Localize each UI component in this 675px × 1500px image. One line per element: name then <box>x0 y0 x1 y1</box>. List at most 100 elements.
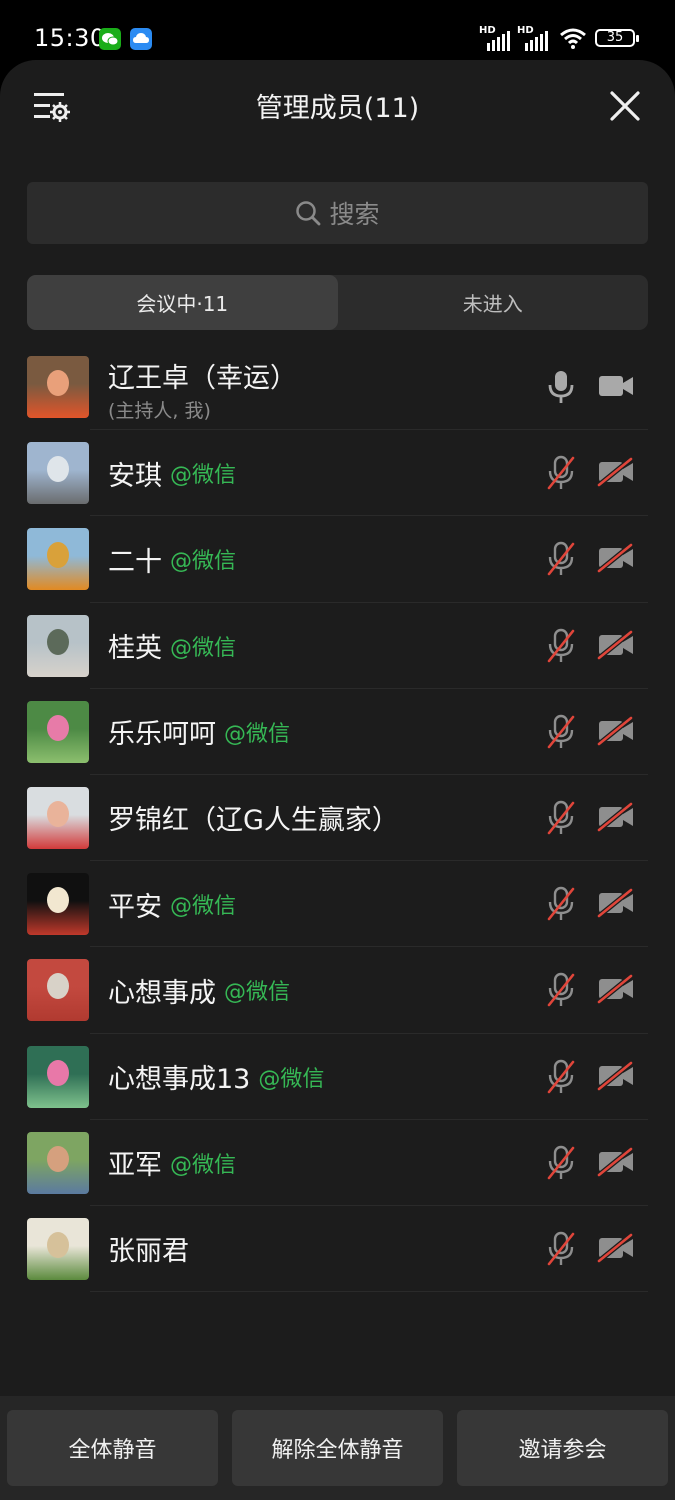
header: 管理成员(11) <box>0 60 675 150</box>
camera-toggle-button[interactable] <box>597 1146 635 1177</box>
camera-toggle-button[interactable] <box>597 888 635 919</box>
member-name: 二十 <box>108 546 162 578</box>
camera-toggle-button[interactable] <box>597 1060 635 1091</box>
camera-toggle-button[interactable] <box>597 629 635 660</box>
microphone-muted-icon <box>547 714 575 749</box>
microphone-muted-icon <box>547 542 575 576</box>
microphone-muted-icon <box>547 455 575 490</box>
avatar <box>27 959 89 1022</box>
member-name: 乐乐呵呵 <box>108 719 216 751</box>
mic-toggle-button[interactable] <box>545 714 577 750</box>
camera-off-icon <box>597 1232 633 1263</box>
camera-toggle-button[interactable] <box>597 715 635 746</box>
wechat-tag: @微信 <box>170 894 237 920</box>
avatar <box>27 1217 89 1280</box>
wechat-tag: @微信 <box>258 1066 325 1092</box>
camera-icon <box>599 376 633 396</box>
member-name: 心想事成13 <box>108 1064 251 1095</box>
microphone-muted-icon <box>547 800 575 835</box>
mic-toggle-button[interactable] <box>545 455 577 491</box>
status-bar: 15:30 HD HD 35 <box>0 0 675 62</box>
microphone-muted-icon <box>547 1059 575 1093</box>
mic-toggle-button[interactable] <box>545 1231 577 1267</box>
member-row[interactable]: 二十 @微信 <box>0 516 675 603</box>
wechat-tag: @微信 <box>170 635 237 661</box>
camera-off-icon <box>597 1146 633 1177</box>
search-placeholder: 搜索 <box>329 200 380 229</box>
member-row[interactable]: 张丽君 <box>0 1206 675 1293</box>
camera-off-icon <box>597 629 633 660</box>
unmute-all-button[interactable]: 解除全体静音 <box>232 1410 443 1486</box>
member-row[interactable]: 心想事成13 @微信 <box>0 1034 675 1120</box>
mic-toggle-button[interactable] <box>545 628 577 664</box>
camera-off-icon <box>597 457 633 488</box>
page-title: 管理成员(11) <box>255 93 420 124</box>
camera-toggle-button[interactable] <box>597 371 635 401</box>
avatar <box>27 1045 89 1108</box>
member-row[interactable]: 辽王卓（幸运） (主持人, 我) <box>0 344 675 431</box>
member-name-group: 安琪 @微信 <box>108 430 236 516</box>
mic-toggle-button[interactable] <box>545 1145 577 1181</box>
signal-icon: HD <box>479 25 513 51</box>
member-row[interactable]: 安琪 @微信 <box>0 430 675 517</box>
camera-off-icon <box>597 974 633 1005</box>
member-name-group: 张丽君 <box>108 1206 189 1292</box>
mic-toggle-button[interactable] <box>545 1059 577 1095</box>
camera-off-icon <box>597 801 633 832</box>
tab-in-meeting[interactable]: 会议中·11 <box>27 275 338 330</box>
member-name-group: 罗锦红（辽G人生赢家） <box>108 775 399 861</box>
camera-toggle-button[interactable] <box>597 457 635 488</box>
avatar <box>27 356 89 418</box>
camera-toggle-button[interactable] <box>597 801 635 832</box>
member-row[interactable]: 亚军 @微信 <box>0 1120 675 1206</box>
close-button[interactable] <box>609 90 641 122</box>
avatar <box>27 786 89 849</box>
member-row[interactable]: 罗锦红（辽G人生赢家） <box>0 775 675 862</box>
member-name-group: 乐乐呵呵 @微信 <box>108 689 290 775</box>
member-name: 张丽君 <box>108 1236 189 1268</box>
mic-toggle-button[interactable] <box>545 369 577 405</box>
microphone-icon <box>548 371 574 403</box>
status-time: 15:30 <box>34 24 106 52</box>
tab-not-joined[interactable]: 未进入 <box>338 275 649 330</box>
member-name-group: 桂英 @微信 <box>108 603 236 689</box>
mic-toggle-button[interactable] <box>545 800 577 836</box>
wechat-tag: @微信 <box>224 980 291 1006</box>
microphone-muted-icon <box>547 973 575 1007</box>
wechat-tag: @微信 <box>170 549 237 575</box>
mic-toggle-button[interactable] <box>545 886 577 922</box>
wechat-tag: @微信 <box>170 1152 237 1178</box>
invite-button[interactable]: 邀请参会 <box>457 1410 668 1486</box>
search-input[interactable]: 搜索 <box>27 182 648 244</box>
camera-toggle-button[interactable] <box>597 974 635 1005</box>
camera-toggle-button[interactable] <box>597 1232 635 1263</box>
wechat-tag: @微信 <box>170 463 237 489</box>
member-row[interactable]: 心想事成 @微信 <box>0 947 675 1034</box>
member-row[interactable]: 平安 @微信 <box>0 861 675 948</box>
member-name: 辽王卓（幸运） <box>108 363 297 394</box>
row-divider <box>90 1291 648 1293</box>
host-label: (主持人, 我) <box>108 400 211 422</box>
footer-actions: 全体静音 解除全体静音 邀请参会 <box>0 1396 675 1500</box>
mic-toggle-button[interactable] <box>545 541 577 577</box>
mute-all-button[interactable]: 全体静音 <box>7 1410 218 1486</box>
member-name-group: 心想事成13 @微信 <box>108 1034 324 1120</box>
close-icon <box>610 91 640 121</box>
avatar <box>27 1131 89 1194</box>
camera-toggle-button[interactable] <box>597 543 635 574</box>
avatar <box>27 873 89 936</box>
member-row[interactable]: 桂英 @微信 <box>0 603 675 689</box>
member-name: 心想事成 <box>108 977 216 1009</box>
member-name-group: 心想事成 @微信 <box>108 947 290 1033</box>
avatar <box>27 528 89 591</box>
camera-off-icon <box>597 1060 633 1091</box>
camera-off-icon <box>597 543 633 574</box>
member-list: 辽王卓（幸运） (主持人, 我) 安琪 @微信 二十 @微信 桂英 @微信 乐乐呵呵 @微信 罗锦红… <box>0 344 675 1293</box>
member-name: 罗锦红（辽G人生赢家） <box>108 805 399 837</box>
mic-toggle-button[interactable] <box>545 972 577 1008</box>
member-name-group: 亚军 @微信 <box>108 1120 236 1206</box>
wifi-icon <box>560 28 586 49</box>
member-row[interactable]: 乐乐呵呵 @微信 <box>0 689 675 775</box>
microphone-muted-icon <box>547 1145 575 1179</box>
camera-off-icon <box>597 888 633 919</box>
